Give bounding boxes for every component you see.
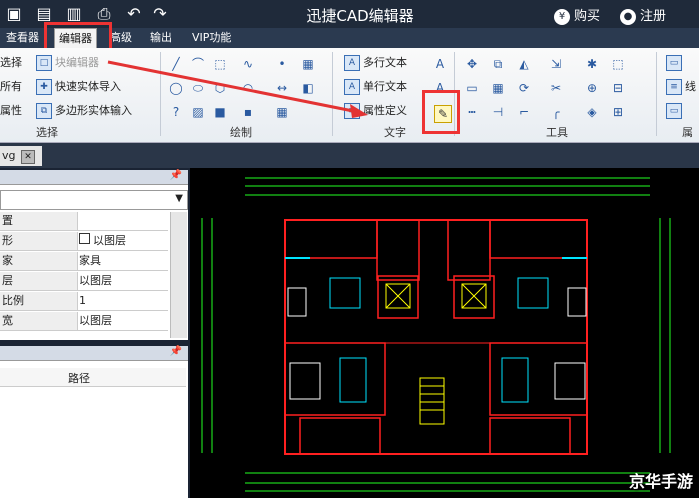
properties-scrollbar[interactable] <box>170 212 187 338</box>
layers-panel-header: 📌 <box>0 346 188 361</box>
watermark: 京华手游 <box>628 472 693 491</box>
close-icon[interactable]: ✕ <box>21 150 35 164</box>
property-row[interactable]: 家家具 <box>0 252 168 271</box>
pin-icon[interactable]: 📌 <box>170 170 182 181</box>
properties-panel-header: 📌 <box>0 170 188 185</box>
property-row[interactable]: 形以图层 <box>0 232 168 251</box>
floor-plan-drawing <box>201 177 671 492</box>
drawing-canvas[interactable]: 京华手游 <box>190 168 699 498</box>
property-row[interactable]: 比例 1 <box>0 292 168 311</box>
layers-header-row: 路径 <box>0 368 186 387</box>
color-swatch <box>79 233 90 244</box>
layers-panel: 📌 路径 <box>0 346 188 498</box>
property-row[interactable]: 层以图层 <box>0 272 168 291</box>
properties-panel: 📌 ▼ 置 形以图层 家家具 层以图层 比例 1 宽以图层 <box>0 170 188 340</box>
property-row[interactable]: 置 <box>0 212 168 231</box>
pin-icon[interactable]: 📌 <box>170 346 182 357</box>
chevron-down-icon: ▼ <box>175 193 183 204</box>
object-select-dropdown[interactable]: ▼ <box>0 190 188 210</box>
path-column-header: 路径 <box>68 372 90 385</box>
property-row[interactable]: 宽以图层 <box>0 312 168 331</box>
document-tab-bar: vg ✕ <box>0 143 699 168</box>
document-tab[interactable]: vg ✕ <box>0 146 42 166</box>
